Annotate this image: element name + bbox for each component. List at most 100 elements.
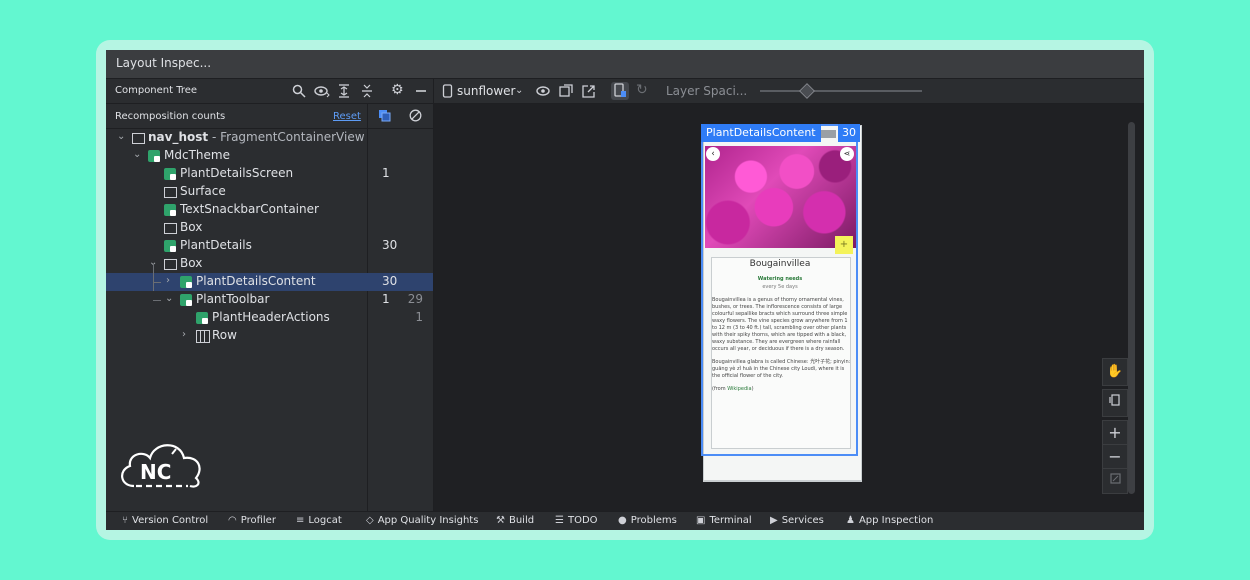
tree-row-row[interactable]: › Row — [106, 327, 433, 345]
tree-guide-line — [153, 282, 161, 283]
tree-row-nav-host[interactable]: ⌄ nav_host - FragmentContainerView — [106, 129, 433, 147]
hammer-icon: ⚒ — [496, 515, 505, 526]
recomposition-count: 1 — [382, 166, 390, 180]
list-icon: ≡ — [296, 515, 305, 526]
device-icon — [442, 84, 454, 102]
tree-row-name: TextSnackbarContainer — [180, 202, 319, 216]
tree-row-plantdetails[interactable]: PlantDetails 30 — [106, 237, 433, 255]
tree-row-plantdetailsscreen[interactable]: PlantDetailsScreen 1 — [106, 165, 433, 183]
tab-label: Services — [781, 515, 824, 526]
tree-row-name: Box — [180, 220, 203, 234]
zoom-out-icon[interactable]: − — [1102, 444, 1128, 470]
problems-tab[interactable]: ● Problems — [618, 515, 677, 526]
layers-icon[interactable] — [1102, 389, 1128, 417]
search-icon[interactable] — [292, 84, 306, 102]
nc-cloud-logo: NC — [114, 436, 206, 494]
expand-all-icon[interactable] — [338, 84, 350, 102]
tree-row-name: PlantDetailsContent — [196, 274, 316, 288]
eye-icon[interactable] — [536, 84, 552, 102]
skip-count: 29 — [407, 292, 423, 306]
gauge-icon: ◠ — [228, 515, 237, 526]
app-inspection-tab[interactable]: ♟ App Inspection — [846, 515, 933, 526]
view-icon — [132, 133, 145, 144]
tree-row-name: Surface — [180, 184, 226, 198]
compose-icon — [164, 204, 176, 216]
version-control-tab[interactable]: ⑂ Version Control — [122, 515, 208, 526]
tree-guide-line — [153, 300, 161, 301]
eye-icon[interactable] — [314, 84, 330, 102]
layer-spacing-label: Layer Spaci... — [666, 84, 748, 98]
tree-row-box[interactable]: ⌄ Box — [106, 255, 433, 273]
chevron-down-icon[interactable]: ⌄ — [133, 149, 141, 160]
box-icon — [164, 223, 177, 234]
tree-row-plantheaderactions[interactable]: PlantHeaderActions 1 — [106, 309, 433, 327]
profiler-tab[interactable]: ◠ Profiler — [228, 515, 276, 526]
component-tree-label: Component Tree — [115, 85, 198, 96]
inspector-toolbar: sunflower ⌄ ↻ Layer Spaci... — [434, 79, 1144, 104]
compose-icon — [148, 150, 160, 162]
fit-icon[interactable] — [1102, 468, 1128, 494]
tab-label: Terminal — [709, 515, 752, 526]
selected-component-label: PlantDetailsContent — [701, 124, 821, 142]
compose-icon — [180, 294, 192, 306]
tree-row-name: nav_host — [148, 130, 209, 144]
chevron-down-icon[interactable]: ⌄ — [117, 131, 125, 142]
zoom-in-icon[interactable]: + — [1102, 420, 1128, 446]
refresh-icon[interactable]: ↻ — [636, 83, 648, 97]
logcat-tab[interactable]: ≡ Logcat — [296, 515, 342, 526]
collapse-all-icon[interactable] — [361, 84, 373, 102]
vertical-scrollbar[interactable] — [1128, 122, 1135, 494]
build-tab[interactable]: ⚒ Build — [496, 515, 534, 526]
tree-row-textsnackbarcontainer[interactable]: TextSnackbarContainer — [106, 201, 433, 219]
box-icon — [164, 187, 177, 198]
layer-spacing-slider[interactable] — [760, 90, 922, 92]
chevron-down-icon[interactable]: ⌄ — [515, 84, 523, 98]
chevron-right-icon[interactable]: › — [166, 275, 170, 286]
box-icon — [164, 259, 177, 270]
window-title: Layout Inspec... — [116, 56, 212, 70]
tool-window-bar: ⑂ Version Control ◠ Profiler ≡ Logcat ◇ App … — [106, 511, 1144, 530]
tree-row-name: PlantHeaderActions — [212, 310, 330, 324]
todo-tab[interactable]: ☰ TODO — [555, 515, 598, 526]
snapshot-icon[interactable] — [559, 84, 573, 102]
tab-label: Problems — [630, 515, 677, 526]
recomposition-label: Recomposition counts — [115, 111, 226, 122]
tree-row-name: Row — [212, 328, 237, 342]
terminal-tab[interactable]: ▣ Terminal — [696, 515, 752, 526]
device-selector[interactable]: sunflower — [457, 84, 516, 98]
gear-icon[interactable]: ⚙ — [391, 83, 404, 97]
tree-row-name: Box — [180, 256, 203, 270]
slider-handle[interactable] — [799, 83, 815, 99]
recomposition-count: 30 — [382, 274, 398, 288]
chevron-right-icon[interactable]: › — [182, 329, 186, 340]
tab-label: Logcat — [308, 515, 342, 526]
tab-label: TODO — [567, 515, 598, 526]
tree-row-mdctheme[interactable]: ⌄ MdcTheme — [106, 147, 433, 165]
tab-label: App Quality Insights — [377, 515, 479, 526]
terminal-icon: ▣ — [696, 515, 706, 526]
tree-row-type: - FragmentContainerView — [208, 130, 365, 144]
tree-row-surface[interactable]: Surface — [106, 183, 433, 201]
recomposition-header: Recomposition counts Reset — [106, 104, 433, 129]
recomposition-count: 1 — [382, 292, 390, 306]
tree-row-name: MdcTheme — [164, 148, 230, 162]
app-quality-insights-tab[interactable]: ◇ App Quality Insights — [366, 515, 478, 526]
component-tree-panel: Component Tree ⚙ Recomposition counts Re… — [106, 79, 434, 511]
title-bar: Layout Inspec... — [106, 50, 1144, 79]
todo-icon: ☰ — [555, 515, 564, 526]
services-tab[interactable]: ▶ Services — [770, 515, 824, 526]
pan-icon[interactable]: ✋ — [1102, 358, 1128, 386]
tree-row-box[interactable]: Box — [106, 219, 433, 237]
minimize-icon[interactable] — [415, 84, 427, 102]
reset-link[interactable]: Reset — [333, 111, 361, 122]
tree-row-name: PlantToolbar — [196, 292, 270, 306]
copy-icon — [378, 109, 391, 126]
chevron-down-icon[interactable]: ⌄ — [165, 293, 173, 304]
live-updates-icon[interactable] — [611, 82, 629, 100]
diamond-icon: ◇ — [366, 515, 374, 526]
component-tree-header: Component Tree ⚙ — [106, 79, 433, 104]
compose-icon — [164, 168, 176, 180]
export-icon[interactable] — [582, 84, 596, 102]
tree-guide-line — [153, 264, 154, 291]
tree-row-name: PlantDetails — [180, 238, 252, 252]
